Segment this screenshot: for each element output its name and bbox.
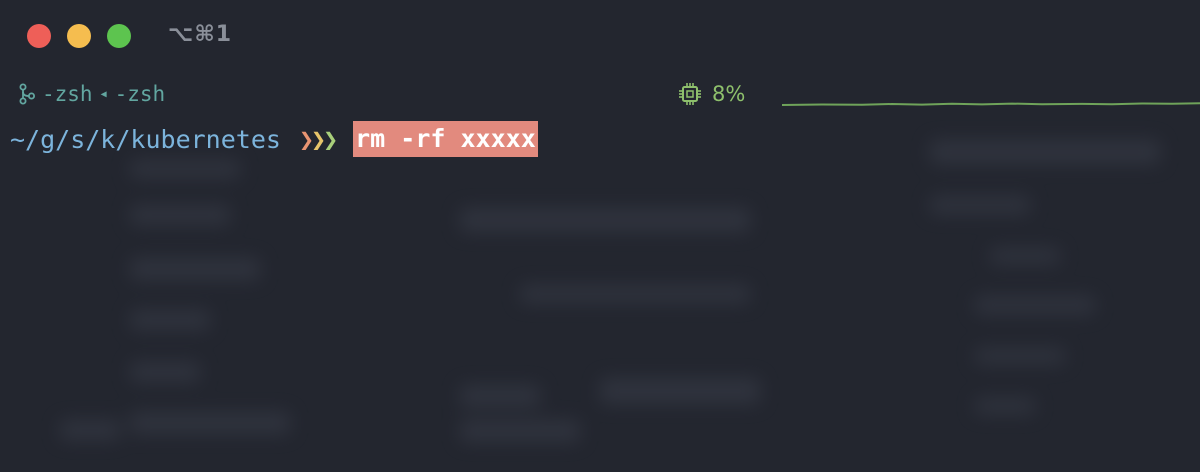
git-branch-icon xyxy=(18,83,36,105)
cpu-indicator: 8% xyxy=(678,82,745,106)
prompt-arrow-3: ❯ xyxy=(323,124,338,154)
close-window-button[interactable] xyxy=(27,24,51,48)
current-directory: ~/g/s/k/kubernetes xyxy=(10,124,281,154)
prompt-arrow-2: ❯ xyxy=(311,124,326,154)
cpu-chip-icon xyxy=(678,82,702,106)
cpu-percent-label: 8% xyxy=(712,82,746,106)
cpu-usage-graph xyxy=(782,102,1200,106)
terminal-window: ⌥⌘1 -zsh ◀ -zsh 8% ~/g/s/k/kubernetes ❯❯… xyxy=(0,0,1200,472)
title-bar: ⌥⌘1 xyxy=(0,0,1200,72)
command-input[interactable]: rm -rf xxxxx xyxy=(353,121,538,157)
session-indicator: -zsh ◀ -zsh xyxy=(18,82,165,106)
minimize-window-button[interactable] xyxy=(67,24,91,48)
tab-title: ⌥⌘1 xyxy=(168,22,233,47)
session-left-label: -zsh xyxy=(42,82,93,106)
status-bar: -zsh ◀ -zsh 8% xyxy=(0,78,1200,114)
session-right-label: -zsh xyxy=(114,82,166,106)
shell-prompt-line[interactable]: ~/g/s/k/kubernetes ❯❯❯ rm -rf xxxxx xyxy=(10,120,538,158)
zoom-window-button[interactable] xyxy=(107,24,131,48)
prompt-arrows: ❯❯❯ xyxy=(298,124,338,154)
prompt-arrow-1: ❯ xyxy=(298,124,314,154)
left-triangle-icon: ◀ xyxy=(100,88,107,100)
